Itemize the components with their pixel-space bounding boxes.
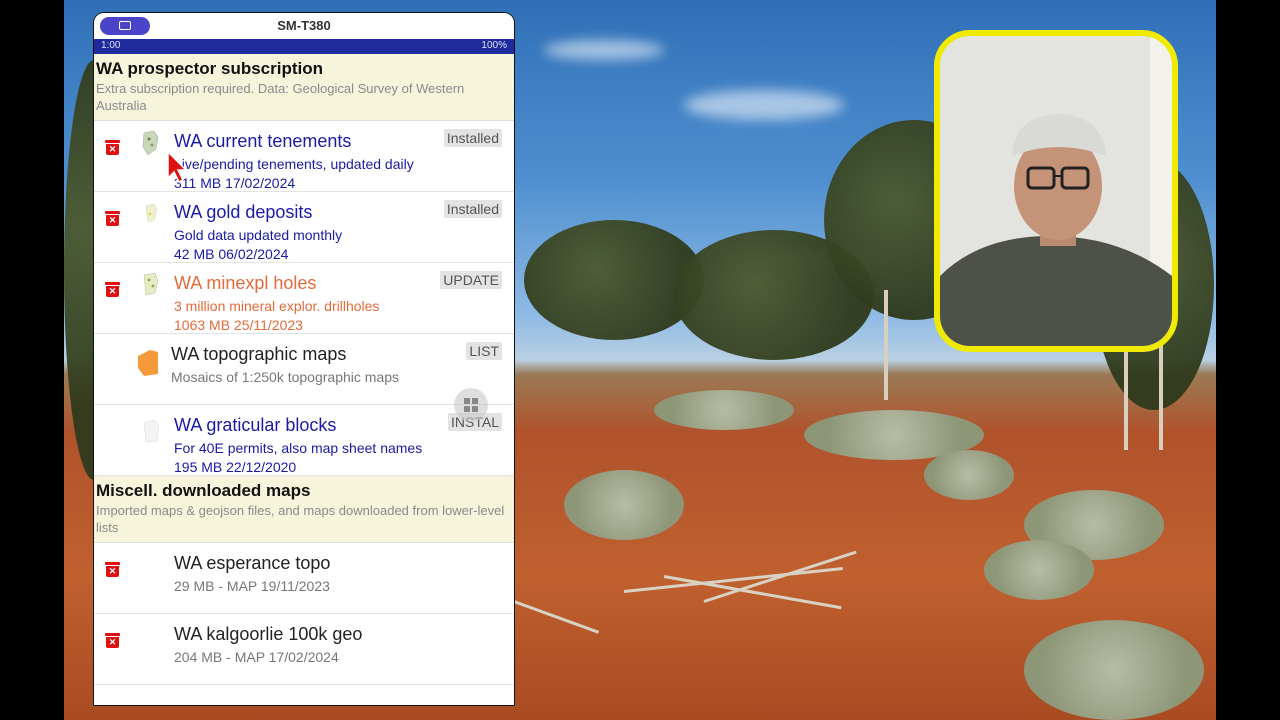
list-item[interactable]: ✕ WA esperance topo 29 MB - MAP 19/11/20… [94, 543, 514, 614]
list-item[interactable]: ✕ WA current tenements Live/pending tene… [94, 121, 514, 192]
map-thumbnail-icon [142, 130, 159, 156]
delete-icon[interactable]: ✕ [105, 282, 120, 297]
item-title: WA graticular blocks [174, 415, 337, 435]
item-title: WA esperance topo [174, 553, 331, 573]
item-description: Gold data updated monthly [174, 227, 343, 243]
phone-screen: SM-T380 1:00 100% WA prospector subscrip… [94, 13, 514, 705]
list-item[interactable]: WA topographic maps Mosaics of 1:250k to… [94, 334, 514, 405]
section-title: Miscell. downloaded maps [96, 481, 311, 500]
wa-map-icon [138, 350, 158, 376]
item-title: WA current tenements [174, 131, 352, 151]
item-title: WA topographic maps [171, 344, 347, 364]
window-titlebar: SM-T380 [94, 13, 514, 39]
item-description: 3 million mineral explor. drillholes [174, 298, 380, 314]
list-item[interactable]: ✕ WA gold deposits Gold data updated mon… [94, 192, 514, 263]
section-subtitle: Extra subscription required. Data: Geolo… [96, 81, 465, 113]
item-description: Mosaics of 1:250k topographic maps [171, 369, 400, 385]
app-grid-icon[interactable] [454, 388, 488, 422]
delete-icon[interactable]: ✕ [105, 211, 120, 226]
item-meta: 1063 MB 25/11/2023 [174, 317, 303, 333]
list-item[interactable]: ✕ WA kalgoorlie 100k geo 204 MB - MAP 17… [94, 614, 514, 685]
mouse-pointer-icon [167, 150, 188, 184]
item-description: For 40E permits, also map sheet names [174, 440, 423, 456]
item-meta: 29 MB - MAP 19/11/2023 [174, 578, 330, 594]
item-title: WA gold deposits [174, 202, 313, 222]
delete-icon[interactable]: ✕ [105, 140, 120, 155]
delete-icon[interactable]: ✕ [105, 633, 120, 648]
map-thumbnail-icon [145, 203, 158, 223]
section-header-subscription: WA prospector subscription Extra subscri… [94, 54, 514, 121]
status-time: 1:00 [101, 40, 121, 51]
update-button[interactable]: UPDATE [440, 271, 502, 289]
item-title: WA minexpl holes [174, 273, 317, 293]
delete-icon[interactable]: ✕ [105, 562, 120, 577]
list-button[interactable]: LIST [466, 342, 502, 360]
battery-level: 100% [481, 40, 507, 51]
installed-badge[interactable]: Installed [443, 200, 502, 218]
presenter-video [940, 36, 1172, 346]
section-header-miscellaneous: Miscell. downloaded maps Imported maps &… [94, 476, 514, 543]
item-description: Live/pending tenements, updated daily [174, 156, 414, 172]
section-title: WA prospector subscription [96, 59, 324, 78]
device-title: SM-T380 [277, 18, 331, 33]
item-meta: 42 MB 06/02/2024 [174, 246, 289, 262]
item-title: WA kalgoorlie 100k geo [174, 624, 363, 644]
item-meta: 311 MB 17/02/2024 [174, 175, 296, 191]
android-status-bar: 1:00 100% [94, 39, 514, 54]
item-meta: 204 MB - MAP 17/02/2024 [174, 649, 339, 665]
list-item[interactable]: WA graticular blocks For 40E permits, al… [94, 405, 514, 476]
installed-badge[interactable]: Installed [443, 129, 502, 147]
list-item[interactable]: ✕ WA minexpl holes 3 million mineral exp… [94, 263, 514, 334]
section-subtitle: Imported maps & geojson files, and maps … [96, 503, 505, 535]
map-thumbnail-icon [143, 272, 159, 296]
item-meta: 195 MB 22/12/2020 [174, 459, 297, 475]
webcam-overlay [934, 30, 1178, 352]
map-thumbnail-icon [143, 419, 160, 443]
